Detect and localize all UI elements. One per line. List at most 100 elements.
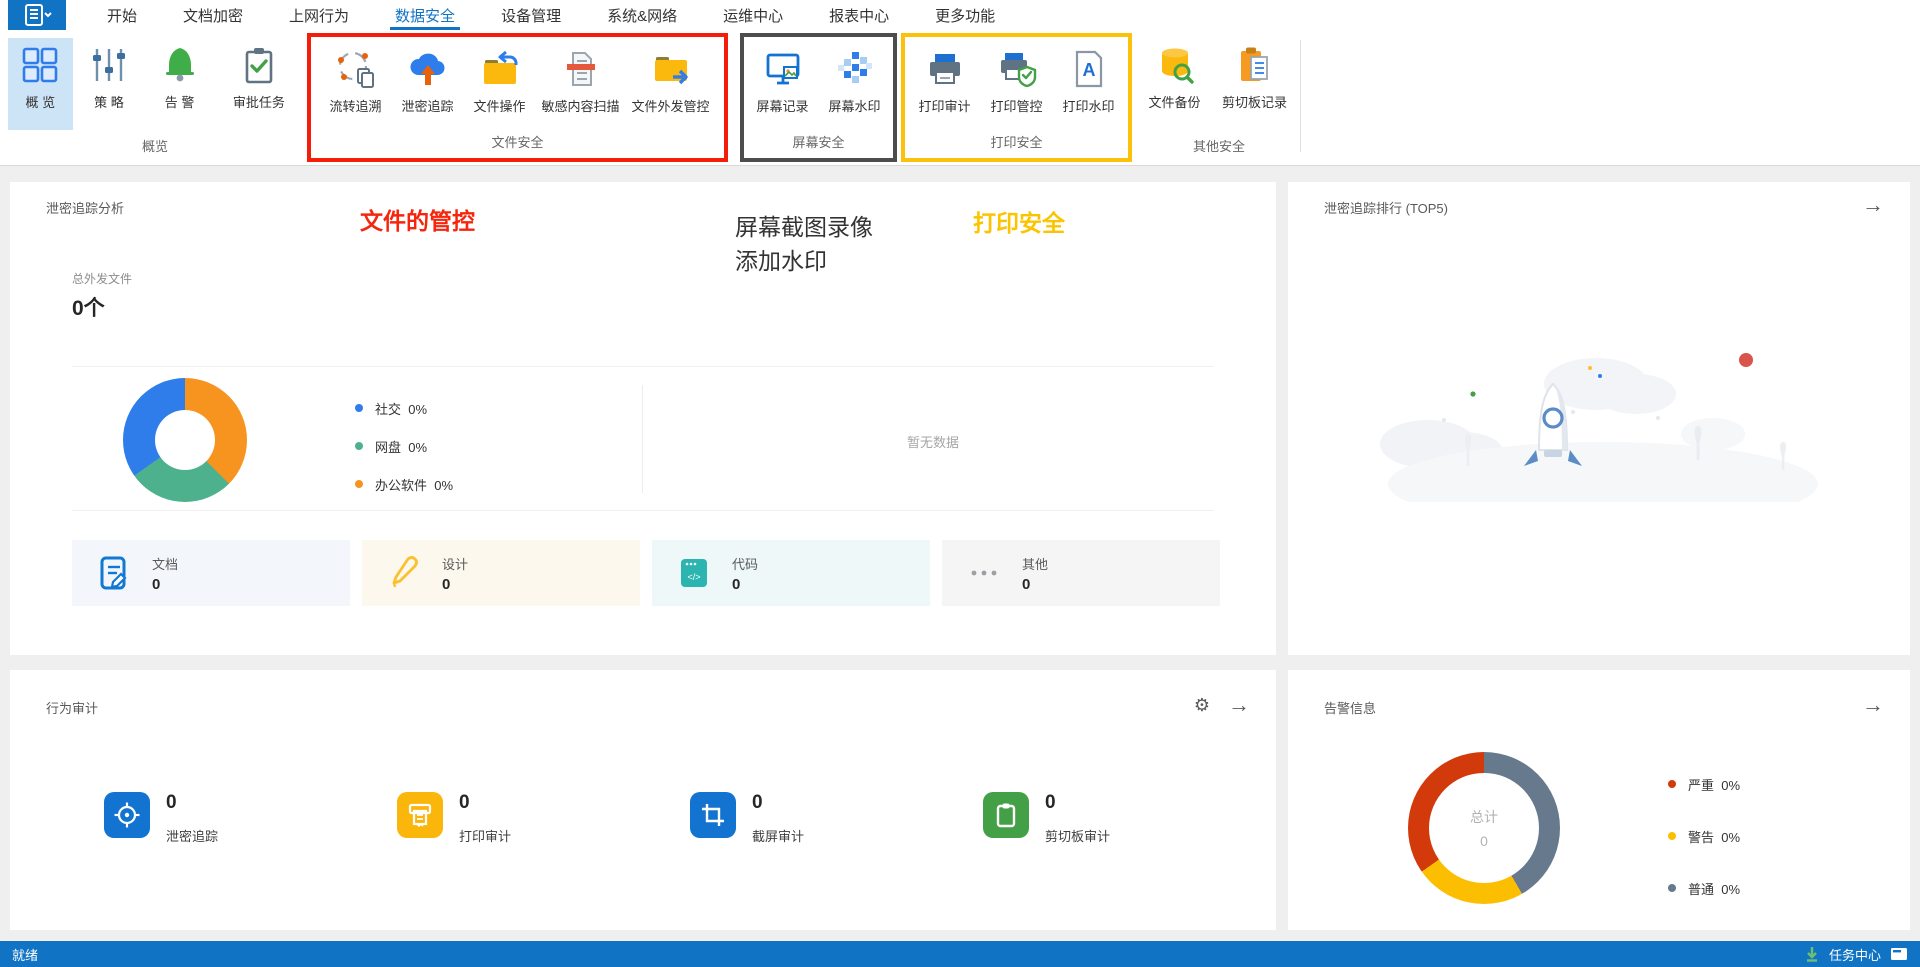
ribbon-group-file-security-buttons: 流转追溯 泄密追踪 文件操作 敏感内容扫描 文件外发管控 [311, 37, 724, 134]
pencil-icon [392, 556, 418, 588]
arrow-right-icon[interactable]: → [1862, 194, 1884, 216]
ribbon-button-policy[interactable]: 策 略 [75, 38, 144, 130]
ribbon-button-flow-trace[interactable]: 流转追溯 [321, 42, 391, 134]
ribbon-button-print-control[interactable]: 打印管控 [982, 42, 1052, 134]
clipboard-icon [996, 803, 1016, 828]
ribbon-button-label: 概 览 [25, 95, 56, 110]
clipboard-doc-icon [1240, 47, 1268, 81]
arrow-right-icon[interactable]: → [1862, 694, 1884, 716]
doc-scan-icon [566, 52, 595, 86]
ribbon-button-leak-tracking[interactable]: 泄密追踪 [393, 42, 463, 134]
no-data-text: 暂无数据 [906, 435, 959, 450]
vertical-divider [642, 385, 643, 493]
ribbon-button-label: 打印审计 [918, 99, 971, 114]
stat-icon-box [104, 792, 150, 838]
panel-title: 告警信息 [1324, 701, 1377, 716]
menu-tab-bar: 开始 文档加密 上网行为 数据安全 设备管理 系统&网络 运维中心 报表中心 更… [0, 0, 1920, 30]
printer-icon [929, 54, 960, 84]
task-window-icon[interactable] [1890, 947, 1908, 961]
tab-web-behavior[interactable]: 上网行为 [266, 0, 372, 30]
tab-device-management[interactable]: 设备管理 [478, 0, 584, 30]
ribbon-button-print-watermark[interactable]: A 打印水印 [1054, 42, 1124, 134]
ribbon-button-file-outgoing-control[interactable]: 文件外发管控 [627, 42, 715, 134]
stat-value: 0 [166, 792, 177, 813]
ribbon-button-file-operations[interactable]: 文件操作 [465, 42, 535, 134]
stat-label: 打印审计 [459, 829, 512, 844]
svg-text:A: A [1082, 60, 1095, 80]
ribbon-button-sensitive-content-scan[interactable]: 敏感内容扫描 [537, 42, 625, 134]
alert-legend: 严重 0% 警告 0% 普通 0% [1668, 758, 1740, 914]
card-value: 0 [1022, 575, 1031, 593]
download-icon[interactable] [1804, 946, 1820, 962]
clipboard-check-icon [245, 48, 273, 84]
card-design[interactable]: 设计 0 [362, 540, 640, 606]
alert-total-value: 0 [1480, 833, 1488, 849]
ribbon-group-label: 其他安全 [1192, 139, 1245, 154]
tab-start[interactable]: 开始 [84, 0, 160, 30]
card-label: 代码 [732, 556, 759, 572]
ribbon-group-label: 文件安全 [491, 135, 544, 150]
arrow-right-icon[interactable]: → [1228, 694, 1250, 716]
ribbon-button-file-backup[interactable]: 文件备份 [1140, 38, 1209, 130]
tab-list: 开始 文档加密 上网行为 数据安全 设备管理 系统&网络 运维中心 报表中心 更… [84, 0, 1018, 30]
stat-screenshot-audit[interactable]: 0 截屏审计 [690, 792, 983, 845]
card-code[interactable]: </> 代码 0 [652, 540, 930, 606]
card-documents[interactable]: 文档 0 [72, 540, 350, 606]
outgoing-channel-legend: 社交 0% 网盘 0% 办公软件 0% [355, 389, 453, 503]
ribbon-button-clipboard-record[interactable]: 剪切板记录 [1211, 38, 1298, 130]
bell-icon [165, 48, 194, 82]
tab-more-features[interactable]: 更多功能 [912, 0, 1018, 30]
panel-behavior-audit: 行为审计 ⚙ → 0 泄密追踪 0 打印审计 0 截屏审计 0 剪切板审计 [10, 670, 1276, 930]
ribbon-group-screen-security: 屏幕记录 屏幕水印 屏幕安全 [740, 33, 897, 162]
legend-item-normal: 普通 0% [1668, 862, 1740, 914]
print-receipt-icon [408, 803, 432, 828]
sliders-icon [92, 49, 125, 81]
stat-value: 0 [752, 792, 763, 813]
ribbon-group-label: 概览 [141, 139, 168, 154]
tab-report-center[interactable]: 报表中心 [806, 0, 912, 30]
stat-icon-box [397, 792, 443, 838]
ribbon-group-overview-buttons: 概 览 策 略 告 警 审批任务 [8, 33, 302, 130]
ribbon-button-label: 打印管控 [990, 99, 1043, 114]
ribbon-button-alerts[interactable]: 告 警 [145, 38, 214, 130]
stat-leak-tracking[interactable]: 0 泄密追踪 [104, 792, 397, 845]
tab-system-network[interactable]: 系统&网络 [584, 0, 700, 30]
legend-label: 普通 0% [1688, 881, 1741, 897]
ribbon-button-label: 告 警 [164, 95, 195, 110]
ribbon-button-label: 屏幕水印 [828, 99, 881, 114]
ribbon-group-other-security-buttons: 文件备份 剪切板记录 [1140, 33, 1298, 130]
screen-watermark-icon [837, 52, 872, 83]
card-label: 其他 [1022, 556, 1049, 572]
panel-title: 泄密追踪排行 (TOP5) [1324, 201, 1448, 216]
stat-clipboard-audit[interactable]: 0 剪切板审计 [983, 792, 1276, 845]
card-text: 文档 0 [152, 554, 178, 593]
app-menu-button[interactable] [8, 0, 66, 30]
ellipsis-icon [971, 570, 997, 576]
doc-a-icon: A [1075, 50, 1102, 88]
ribbon-button-label: 策 略 [94, 95, 124, 110]
ribbon-button-print-audit[interactable]: 打印审计 [910, 42, 980, 134]
card-other[interactable]: 其他 0 [942, 540, 1220, 606]
gear-icon[interactable]: ⚙ [1194, 696, 1210, 714]
stat-icon-box [983, 792, 1029, 838]
ribbon-button-approval-tasks[interactable]: 审批任务 [216, 38, 302, 130]
ribbon-button-label: 文件外发管控 [631, 99, 710, 114]
tab-doc-encryption[interactable]: 文档加密 [160, 0, 266, 30]
legend-item-warning: 警告 0% [1668, 810, 1740, 862]
tab-ops-center[interactable]: 运维中心 [700, 0, 806, 30]
ribbon-button-screen-watermark[interactable]: 屏幕水印 [820, 42, 890, 134]
legend-dot-gray [1668, 884, 1676, 892]
stat-print-audit[interactable]: 0 打印审计 [397, 792, 690, 845]
tab-data-security[interactable]: 数据安全 [372, 0, 478, 30]
stat-text: 0 打印审计 [459, 792, 511, 845]
task-center-link[interactable]: 任务中心 [1829, 945, 1881, 964]
ribbon-button-overview[interactable]: 概 览 [8, 38, 73, 130]
legend-label: 网盘 0% [375, 439, 428, 455]
alert-total-label: 总计 [1470, 809, 1498, 825]
db-search-icon [1161, 48, 1194, 84]
ribbon-button-screen-record[interactable]: 屏幕记录 [748, 42, 818, 134]
app-menu-icon [25, 4, 52, 26]
stat-value: 0 [459, 792, 470, 813]
ribbon-button-label: 文件备份 [1148, 95, 1201, 110]
outgoing-channel-donut-chart [123, 378, 247, 502]
